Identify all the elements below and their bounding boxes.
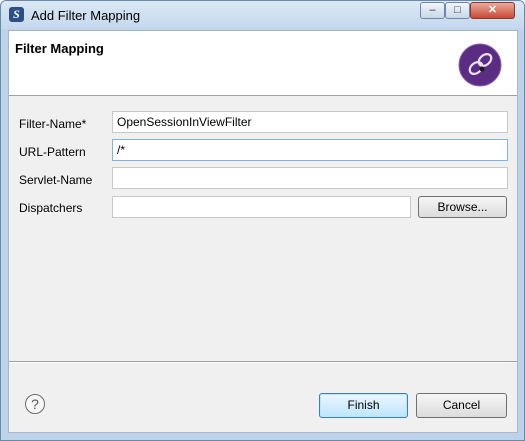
servlet-name-label: Servlet-Name [19,173,93,187]
cancel-button[interactable]: Cancel [416,393,507,418]
filter-name-label: Filter-Name* [19,117,87,131]
servlet-name-input[interactable] [112,167,508,189]
dispatchers-input[interactable] [112,196,411,218]
finish-button[interactable]: Finish [319,393,408,418]
url-pattern-label: URL-Pattern [19,145,86,159]
maximize-button[interactable]: □ [445,2,470,19]
help-icon[interactable]: ? [25,394,45,414]
close-button[interactable]: ✕ [470,2,515,19]
dialog-window: S Add Filter Mapping – □ ✕ Filter Mappin… [0,0,525,441]
page-title: Filter Mapping [15,41,104,56]
minimize-button[interactable]: – [420,2,445,19]
url-pattern-input[interactable] [112,139,508,161]
title-bar[interactable]: S Add Filter Mapping – □ ✕ [1,1,524,29]
dialog-body: Filter Mapping Filter-Name* URL-Pattern … [8,30,518,433]
window-title: Add Filter Mapping [31,8,141,23]
filter-name-input[interactable] [112,111,508,133]
dispatchers-label: Dispatchers [19,201,83,215]
browse-button-label: Browse... [437,200,488,214]
wizard-banner: Filter Mapping [9,31,517,96]
footer-separator [9,361,517,363]
browse-button[interactable]: Browse... [418,196,507,218]
spring-logo-icon [458,43,502,87]
app-icon: S [9,7,24,22]
